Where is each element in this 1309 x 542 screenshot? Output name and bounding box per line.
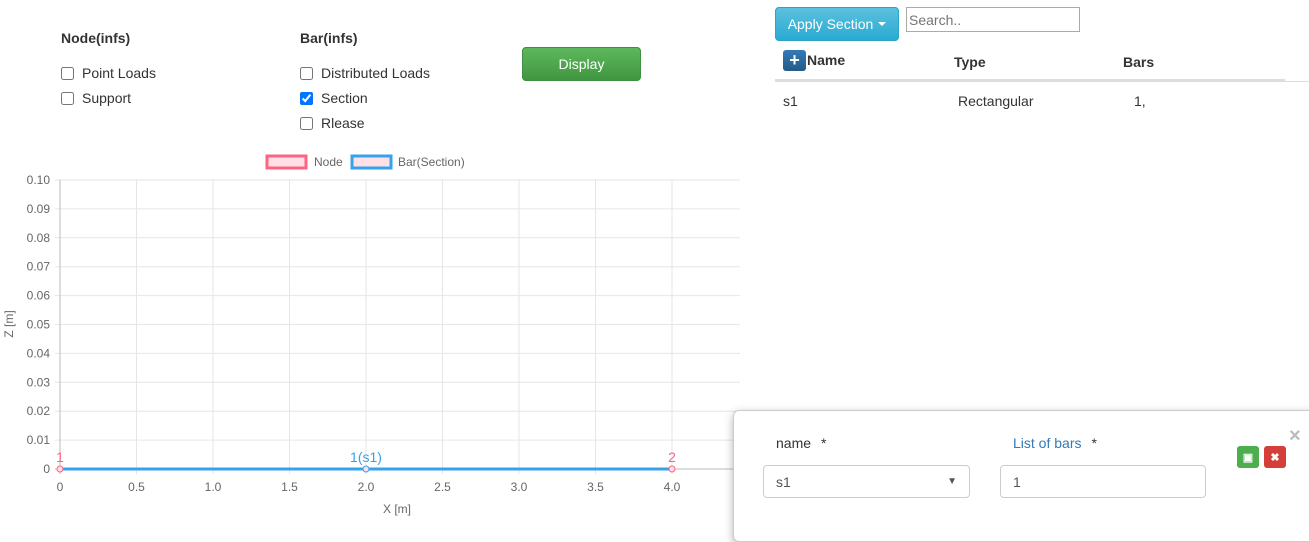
divider: [1285, 81, 1309, 82]
y-tick-label: 0.02: [27, 404, 51, 418]
y-axis-label: Z [m]: [2, 310, 16, 337]
add-section-button[interactable]: +: [783, 50, 806, 71]
cell-bars: 1,: [1134, 93, 1146, 109]
checkbox-support[interactable]: Support: [61, 90, 131, 106]
x-tick-label: 3.0: [511, 480, 528, 494]
legend-node-swatch: [265, 154, 308, 170]
node-infs-title: Node(infs): [61, 30, 131, 46]
node-label: 2: [668, 449, 676, 465]
y-tick-label: 0.03: [27, 375, 51, 389]
y-tick-label: 0.06: [27, 289, 51, 303]
cancel-icon[interactable]: ✖: [1264, 446, 1286, 468]
select-arrow-icon: ▼: [947, 476, 957, 487]
close-icon[interactable]: ×: [1289, 425, 1301, 448]
col-header-name: Name: [807, 52, 846, 68]
y-tick-label: 0.05: [27, 318, 51, 332]
x-tick-label: 2.0: [358, 480, 375, 494]
bar-infs-title: Bar(infs): [300, 30, 358, 46]
x-tick-label: 0.5: [128, 480, 145, 494]
x-axis-label: X [m]: [383, 502, 411, 516]
bar-label: 1(s1): [350, 449, 382, 465]
list-of-bars-input[interactable]: 1: [1000, 465, 1206, 498]
y-tick-label: 0.09: [27, 202, 51, 216]
checkbox-rlease[interactable]: Rlease: [300, 115, 365, 131]
y-tick-label: 0.04: [27, 346, 51, 360]
node-point: [56, 465, 64, 473]
y-tick-label: 0.08: [27, 231, 51, 245]
list-of-bars-label: List of bars *: [1013, 435, 1097, 451]
x-tick-label: 2.5: [434, 480, 451, 494]
y-tick-label: 0.10: [27, 173, 51, 187]
name-select[interactable]: s1 ▼: [763, 465, 970, 498]
checkbox-label: Point Loads: [82, 65, 156, 81]
legend-bar-label: Bar(Section): [398, 155, 465, 169]
search-input[interactable]: [906, 7, 1080, 32]
checkbox-label: Support: [82, 90, 132, 106]
cell-type: Rectangular: [958, 93, 1034, 109]
name-label: name *: [776, 435, 827, 451]
checkbox-label: Distributed Loads: [321, 65, 430, 81]
y-tick-label: 0: [43, 462, 50, 476]
apply-section-button[interactable]: Apply Section: [775, 7, 899, 41]
col-header-type: Type: [954, 54, 986, 70]
display-button[interactable]: Display: [522, 47, 641, 81]
checkbox-section[interactable]: Section: [300, 90, 368, 106]
legend-bar-swatch: [350, 154, 393, 170]
table-header-divider: [775, 79, 1285, 82]
x-tick-label: 0: [57, 480, 64, 494]
node-label: 1: [56, 449, 64, 465]
checkbox-label: Section: [321, 90, 368, 106]
caret-down-icon: [878, 22, 887, 26]
bar-midpoint: [362, 465, 370, 473]
name-select-value: s1: [776, 473, 791, 490]
checkbox-distributed-loads[interactable]: Distributed Loads: [300, 65, 430, 81]
legend-node-label: Node: [314, 155, 343, 169]
y-tick-label: 0.07: [27, 260, 51, 274]
x-tick-label: 3.5: [587, 480, 604, 494]
save-icon[interactable]: ▣: [1237, 446, 1259, 468]
col-header-bars: Bars: [1123, 54, 1155, 70]
node-point: [668, 465, 676, 473]
apply-section-label: Apply Section: [787, 16, 874, 32]
cell-name: s1: [783, 93, 798, 109]
x-tick-label: 1.5: [281, 480, 298, 494]
checkbox-label: Rlease: [321, 115, 365, 131]
y-tick-label: 0.01: [27, 433, 51, 447]
x-tick-label: 1.0: [205, 480, 222, 494]
x-tick-label: 4.0: [664, 480, 681, 494]
structure-chart: 0 0.01 0.02 0.03 0.04 0.05 0.06 0.07 0.08 0.09 0.1…: [2, 154, 740, 516]
checkbox-point-loads[interactable]: Point Loads: [61, 65, 156, 81]
